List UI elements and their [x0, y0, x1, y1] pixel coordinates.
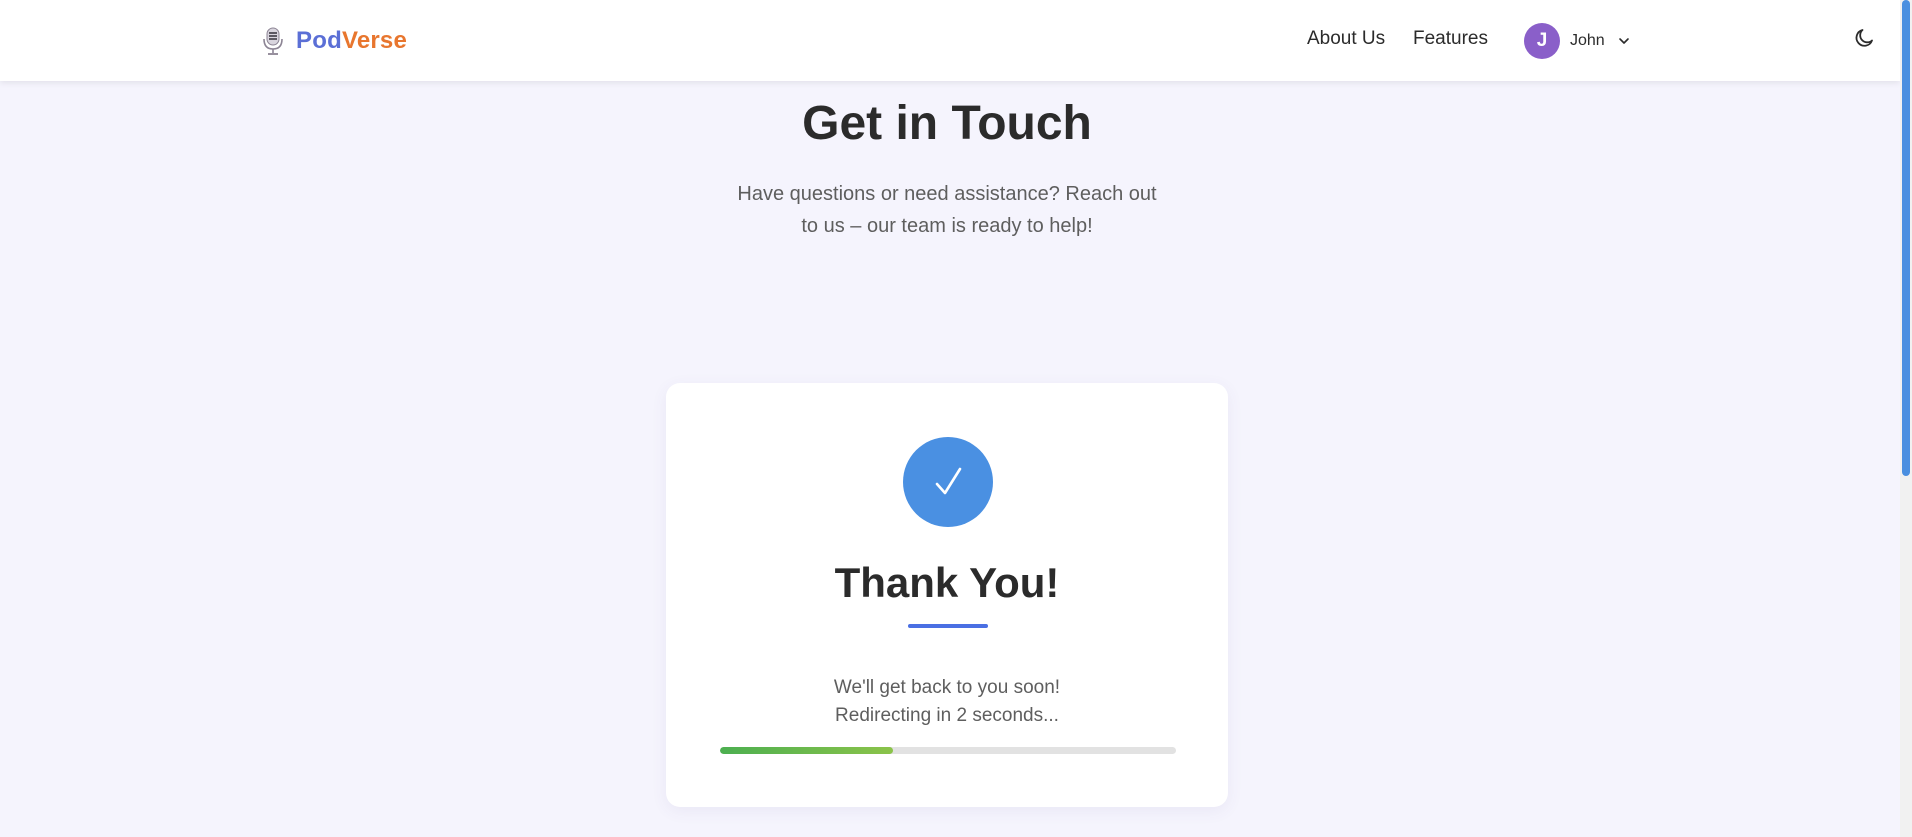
page-subtitle: Have questions or need assistance? Reach… [737, 183, 1157, 237]
confirmation-message: We'll get back to you soon! Redirecting … [666, 674, 1228, 730]
chevron-down-icon [1618, 38, 1629, 44]
user-name: John [1570, 32, 1605, 49]
redirect-progress-bar [720, 747, 1176, 754]
user-menu-button[interactable]: J John [1524, 23, 1631, 59]
avatar: J [1524, 23, 1560, 59]
message-line-response: We'll get back to you soon! [833, 677, 1061, 698]
brand-logo-link[interactable]: PodVerse [260, 24, 407, 58]
microphone-icon [263, 27, 283, 55]
brand-name: PodVerse [296, 27, 407, 55]
success-badge [903, 437, 993, 527]
moon-icon [1855, 29, 1873, 47]
theme-toggle-button[interactable] [1852, 26, 1876, 50]
heading-underline [908, 624, 988, 628]
redirect-progress-fill [720, 747, 894, 754]
thank-you-heading: Thank You! [834, 559, 1060, 606]
brand-name-verse: Verse [341, 27, 408, 54]
page-title: Get in Touch [802, 97, 1092, 150]
brand-name-pod: Pod [296, 27, 342, 54]
message-line-redirect: Redirecting in 2 seconds... [835, 705, 1059, 726]
top-navbar: PodVerse About Us Features J John [0, 0, 1900, 81]
nav-link-features[interactable]: Features [1413, 28, 1488, 50]
nav-link-about-us[interactable]: About Us [1307, 28, 1385, 50]
scrollbar-thumb[interactable] [1902, 0, 1910, 476]
confirmation-card: Thank You! We'll get back to you soon! R… [666, 383, 1228, 807]
checkmark-icon [935, 467, 962, 495]
page-scrollbar[interactable] [1900, 0, 1912, 837]
